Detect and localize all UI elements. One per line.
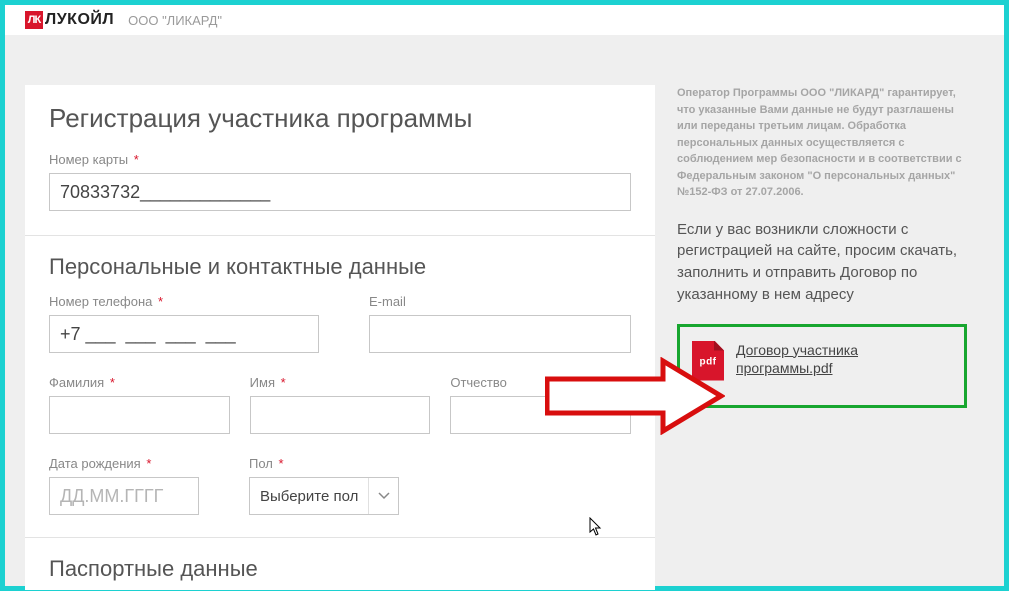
- logo[interactable]: ЛК ЛУКОЙЛ: [25, 11, 114, 29]
- lastname-field: Фамилия *: [49, 375, 230, 434]
- chevron-down-icon: [368, 478, 398, 514]
- phone-label: Номер телефона *: [49, 294, 319, 309]
- card-number-field: Номер карты *: [49, 152, 631, 211]
- row-phone-email: Номер телефона * E-mail: [49, 294, 631, 353]
- birthdate-field: Дата рождения *: [49, 456, 199, 515]
- required-mark: *: [275, 456, 284, 471]
- label-text: Пол: [249, 456, 273, 471]
- email-input[interactable]: [369, 315, 631, 353]
- required-mark: *: [143, 456, 152, 471]
- card-number-input[interactable]: [49, 173, 631, 211]
- label-text: Дата рождения: [49, 456, 141, 471]
- section-personal-title: Персональные и контактные данные: [49, 254, 631, 280]
- required-mark: *: [277, 375, 286, 390]
- email-field: E-mail: [369, 294, 631, 353]
- required-mark: *: [130, 152, 139, 167]
- firstname-label: Имя *: [250, 375, 431, 390]
- row-birth-gender: Дата рождения * Пол * Выберите пол: [49, 456, 631, 515]
- pdf-icon: pdf: [692, 341, 724, 381]
- gender-field: Пол * Выберите пол: [249, 456, 409, 515]
- divider: [25, 235, 655, 236]
- content-area: Регистрация участника программы Номер ка…: [5, 35, 1004, 590]
- phone-field: Номер телефона *: [49, 294, 319, 353]
- patronymic-field: Отчество: [450, 375, 631, 434]
- lastname-input[interactable]: [49, 396, 230, 434]
- company-name: ООО "ЛИКАРД": [128, 13, 222, 28]
- firstname-field: Имя *: [250, 375, 431, 434]
- phone-input[interactable]: [49, 315, 319, 353]
- patronymic-input[interactable]: [450, 396, 631, 434]
- logo-text: ЛУКОЙЛ: [45, 11, 114, 29]
- card-number-label: Номер карты *: [49, 152, 631, 167]
- firstname-input[interactable]: [250, 396, 431, 434]
- spacer: [459, 456, 631, 515]
- label-text: Номер карты: [49, 152, 128, 167]
- privacy-disclaimer: Оператор Программы ООО "ЛИКАРД" гарантир…: [677, 85, 967, 201]
- required-mark: *: [106, 375, 115, 390]
- patronymic-label: Отчество: [450, 375, 631, 390]
- birthdate-input[interactable]: [49, 477, 199, 515]
- gender-label: Пол *: [249, 456, 409, 471]
- pdf-download-link[interactable]: Договор участника программы.pdf: [736, 341, 952, 379]
- logo-mark-icon: ЛК: [25, 11, 43, 29]
- birthdate-label: Дата рождения *: [49, 456, 199, 471]
- pdf-download-block[interactable]: pdf Договор участника программы.pdf: [677, 324, 967, 408]
- gender-select-value: Выберите пол: [260, 488, 358, 505]
- pdf-icon-label: pdf: [692, 356, 724, 367]
- row-name: Фамилия * Имя * Отчество: [49, 375, 631, 434]
- top-header: ЛК ЛУКОЙЛ ООО "ЛИКАРД": [5, 5, 1004, 35]
- page-title: Регистрация участника программы: [49, 103, 631, 134]
- required-mark: *: [154, 294, 163, 309]
- divider: [25, 537, 655, 538]
- lastname-label: Фамилия *: [49, 375, 230, 390]
- registration-form: Регистрация участника программы Номер ка…: [25, 85, 655, 590]
- section-passport-title: Паспортные данные: [49, 556, 631, 582]
- label-text: Имя: [250, 375, 275, 390]
- label-text: Фамилия: [49, 375, 104, 390]
- email-label: E-mail: [369, 294, 631, 309]
- page: ЛК ЛУКОЙЛ ООО "ЛИКАРД" Регистрация участ…: [5, 5, 1004, 586]
- sidebar: Оператор Программы ООО "ЛИКАРД" гарантир…: [677, 85, 967, 590]
- gender-select[interactable]: Выберите пол: [249, 477, 399, 515]
- label-text: Номер телефона: [49, 294, 152, 309]
- help-text: Если у вас возникли сложности с регистра…: [677, 219, 967, 306]
